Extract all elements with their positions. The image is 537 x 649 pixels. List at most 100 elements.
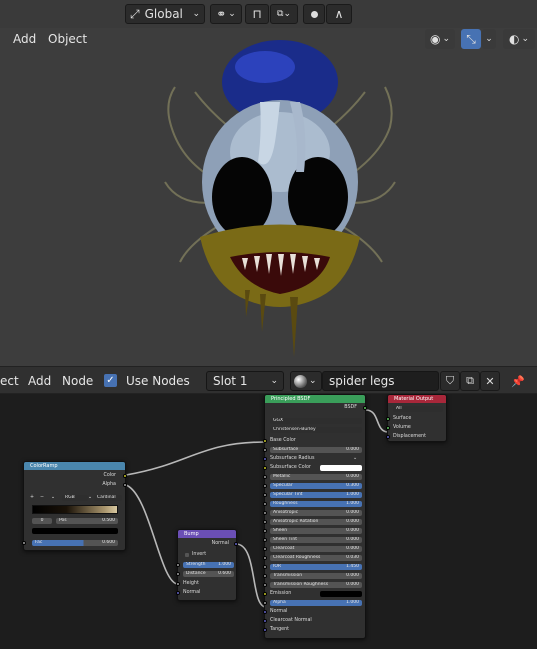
bsdf-sheen-tint-socket[interactable] [263, 538, 267, 542]
colorramp-interpolation[interactable]: Cardinal [94, 495, 122, 501]
colorramp-header[interactable]: ColorRamp [24, 462, 125, 470]
falloff-button[interactable]: ∧ [326, 4, 352, 24]
output-header[interactable]: Material Output [388, 395, 446, 403]
bsdf-alpha-socket[interactable] [263, 601, 267, 605]
bsdf-alpha-field[interactable]: Alpha 1.000 [270, 600, 362, 606]
proportional-edit-button[interactable] [303, 4, 325, 24]
bsdf-subsurface-color-socket[interactable] [263, 466, 267, 470]
menu-object[interactable]: Object [48, 32, 87, 46]
bsdf-sheen-field[interactable]: Sheen 0.000 [270, 528, 362, 534]
overlay-button[interactable]: ◐ ⌄ [503, 29, 535, 49]
menu-node[interactable]: Node [62, 374, 93, 388]
bsdf-transmission-roughness-field[interactable]: Transmission Roughness 0.000 [270, 582, 362, 588]
pivot-button[interactable]: ⚭ ⌄ [210, 4, 242, 24]
bsdf-output-socket[interactable] [363, 406, 367, 410]
principled-bsdf-node[interactable]: Principled BSDF BSDF GGX Christensen-Bur… [263, 394, 367, 639]
slot-dropdown[interactable]: Slot 1 ⌄ [206, 371, 284, 391]
orientation-dropdown[interactable]: ⤢ Global ⌄ [125, 4, 205, 24]
bsdf-subsurface-socket[interactable] [263, 448, 267, 452]
output-surface-socket[interactable] [386, 417, 390, 421]
bsdf-roughness-field[interactable]: Roughness 1.000 [270, 501, 362, 507]
bsdf-emission-swatch[interactable] [320, 591, 362, 597]
bsdf-anisotropic-rotation-field[interactable]: Anisotropic Rotation 0.000 [270, 519, 362, 525]
visibility-button[interactable]: ◉ ⌄ [425, 29, 455, 49]
bump-distance[interactable]: Distance 0.600 [183, 571, 234, 577]
bump-header[interactable]: Bump [178, 530, 236, 538]
bsdf-sheen-socket[interactable] [263, 529, 267, 533]
bsdf-emission-socket[interactable] [263, 592, 267, 596]
bsdf-clearcoat-normal-socket[interactable] [263, 619, 267, 623]
colorramp-add-stop[interactable]: + [30, 494, 34, 501]
bump-strength[interactable]: Strength 1.000 [183, 562, 234, 568]
unlink-material-icon[interactable]: ✕ [480, 371, 500, 391]
output-target[interactable]: All [393, 406, 443, 412]
colorramp-remove-stop[interactable]: − [40, 494, 44, 501]
bsdf-anisotropic-socket[interactable] [263, 511, 267, 515]
output-volume-socket[interactable] [386, 426, 390, 430]
bsdf-specular-socket[interactable] [263, 484, 267, 488]
bsdf-ior-field[interactable]: IOR 1.450 [270, 564, 362, 570]
bsdf-sheen-tint-field[interactable]: Sheen Tint 0.000 [270, 537, 362, 543]
bsdf-transmission-roughness-socket[interactable] [263, 583, 267, 587]
duplicate-material-icon[interactable]: ⧉ [460, 371, 480, 391]
bsdf-specular-tint-field[interactable]: Specular Tint 1.000 [270, 492, 362, 498]
bsdf-metallic-field[interactable]: Metallic 0.000 [270, 474, 362, 480]
3d-viewport[interactable]: ⤢ Global ⌄ ⚭ ⌄ ⊓ ⧉ ⌄ ∧ Add Object ◉ ⌄ ⤡ ⌄ ◐… [0, 0, 537, 366]
colorramp-menu[interactable]: ⌄ [51, 494, 55, 501]
use-nodes-checkbox[interactable]: ✓ [104, 374, 117, 387]
bsdf-specular-tint-socket[interactable] [263, 493, 267, 497]
node-editor-canvas[interactable]: ColorRamp Color Alpha + − ⌄ RGB ⌄ Cardin… [0, 394, 537, 649]
pin-icon[interactable]: 📌 [508, 371, 528, 391]
fake-user-shield-icon[interactable]: ⛉ [440, 371, 460, 391]
bsdf-transmission-socket[interactable] [263, 574, 267, 578]
bump-distance-socket[interactable] [176, 572, 180, 576]
bump-strength-socket[interactable] [176, 563, 180, 567]
bsdf-subsurface-color-swatch[interactable] [320, 465, 362, 471]
colorramp-pos[interactable]: Pos 0.500 [56, 518, 118, 524]
bsdf-normal-socket[interactable] [263, 610, 267, 614]
menu-object-truncated[interactable]: ect [0, 374, 19, 388]
bsdf-roughness-socket[interactable] [263, 502, 267, 506]
snap-target-button[interactable]: ⧉ ⌄ [270, 4, 298, 24]
bsdf-subsurface-method[interactable]: Christensen-Burley [270, 427, 362, 433]
creature-model[interactable] [150, 32, 410, 362]
material-output-node[interactable]: Material Output All Surface Volume Displ… [386, 394, 447, 442]
bsdf-subsurface-radius-chevron-icon[interactable]: ⌄ [353, 455, 357, 461]
bsdf-transmission-field[interactable]: Transmission 0.000 [270, 573, 362, 579]
bsdf-specular-field[interactable]: Specular 0.300 [270, 483, 362, 489]
bump-normal-in-socket[interactable] [176, 591, 180, 595]
colorramp-node[interactable]: ColorRamp Color Alpha + − ⌄ RGB ⌄ Cardin… [22, 461, 127, 551]
bsdf-tangent-socket[interactable] [263, 628, 267, 632]
menu-add[interactable]: Add [13, 32, 36, 46]
snap-button[interactable]: ⊓ [245, 4, 269, 24]
colorramp-stop-color[interactable] [32, 528, 118, 534]
output-displacement-socket[interactable] [386, 435, 390, 439]
bsdf-subsurface-radius-socket[interactable] [263, 457, 267, 461]
bsdf-clearcoat-roughness-socket[interactable] [263, 556, 267, 560]
bsdf-base-color-socket[interactable] [263, 439, 267, 443]
menu-add[interactable]: Add [28, 374, 51, 388]
bump-height-socket[interactable] [176, 582, 180, 586]
bsdf-clearcoat-roughness-field[interactable]: Clearcoat Roughness 0.030 [270, 555, 362, 561]
bsdf-anisotropic-rotation-socket[interactable] [263, 520, 267, 524]
bsdf-ior-socket[interactable] [263, 565, 267, 569]
bsdf-metallic-socket[interactable] [263, 475, 267, 479]
colorramp-fac-socket[interactable] [22, 541, 26, 545]
gizmo-toggle-button[interactable]: ⤡ [461, 29, 481, 49]
material-browse-button[interactable]: ⌄ [290, 371, 322, 391]
colorramp-mode[interactable]: RGB [62, 495, 88, 501]
colorramp-alpha-socket[interactable] [123, 483, 127, 487]
bsdf-header[interactable]: Principled BSDF [265, 395, 365, 403]
bsdf-distribution[interactable]: GGX [270, 418, 362, 424]
bump-node[interactable]: Bump Normal Invert Strength 1.000 Distan… [176, 529, 238, 601]
bsdf-anisotropic-field[interactable]: Anisotropic 0.000 [270, 510, 362, 516]
material-name-field[interactable]: spider legs [322, 371, 439, 391]
bsdf-clearcoat-socket[interactable] [263, 547, 267, 551]
colorramp-index[interactable]: 0 [32, 518, 52, 524]
bump-normal-out-socket[interactable] [234, 542, 238, 546]
bsdf-clearcoat-field[interactable]: Clearcoat 0.000 [270, 546, 362, 552]
bump-invert-checkbox[interactable] [185, 553, 189, 557]
colorramp-color-socket[interactable] [123, 474, 127, 478]
colorramp-gradient[interactable] [32, 505, 118, 514]
colorramp-fac[interactable]: Fac 0.600 [32, 540, 118, 546]
